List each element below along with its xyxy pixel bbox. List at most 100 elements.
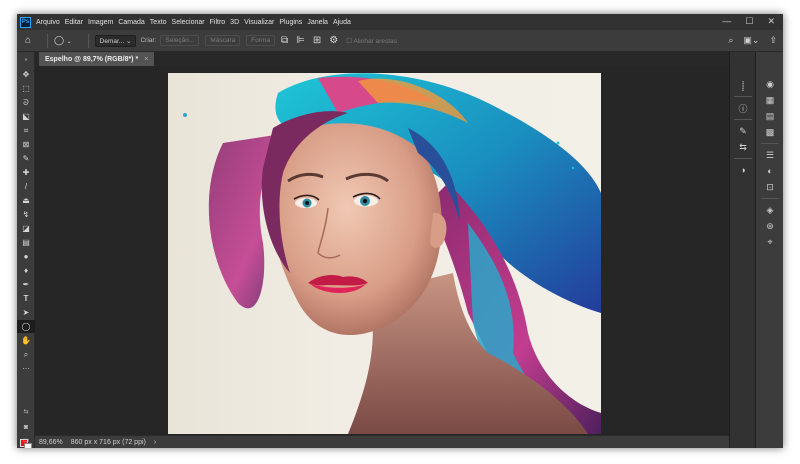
frame-icon[interactable]: ⊠ [17, 138, 35, 151]
mascara-button[interactable]: Máscara [205, 35, 241, 46]
document-tabs: Espelho @ 89,7% (RGB/8*) * × [35, 52, 729, 66]
gradient-icon[interactable]: ▤ [17, 236, 35, 249]
alinhar-arestas-label: Alinhar arestas [353, 37, 397, 45]
patterns-icon[interactable]: ▩ [756, 127, 783, 138]
info-icon[interactable]: ⓘ [730, 102, 756, 115]
swatches-icon[interactable]: ▦ [756, 95, 783, 106]
path-alignment-icon[interactable]: ⊫ [296, 35, 305, 46]
menu-ajuda[interactable]: Ajuda [333, 19, 351, 26]
lasso-icon[interactable]: ᘐ [17, 96, 35, 109]
properties-icon[interactable]: ☰ [756, 150, 783, 161]
ellipse-tool-icon[interactable]: ◯ [17, 320, 35, 333]
options-right: ⌕ ▣⌄ ⇪ [728, 35, 777, 46]
divider [734, 158, 752, 159]
window-controls: — ☐ ✕ [722, 16, 775, 27]
gradients-icon[interactable]: ▤ [756, 111, 783, 122]
eyedropper-icon[interactable]: ✎ [17, 152, 35, 165]
paths-icon[interactable]: ⌖ [756, 237, 783, 248]
clone-source-icon[interactable]: ◑ [730, 165, 756, 175]
rectangular-marquee-icon[interactable]: ⬚ [17, 82, 35, 95]
menu-filtro[interactable]: Filtro [210, 19, 226, 26]
menu-camada[interactable]: Camada [118, 19, 144, 26]
channels-icon[interactable]: ⊛ [756, 221, 783, 232]
sliders-icon[interactable]: ⇆ [730, 142, 756, 153]
quick-mask-icon[interactable]: ◙ [17, 424, 35, 431]
zoom-level[interactable]: 89,66% [39, 439, 63, 446]
menu-visualizar[interactable]: Visualizar [244, 19, 274, 26]
portrait-image [183, 73, 601, 434]
brush-presets-icon[interactable]: ✎ [730, 126, 756, 137]
workspace-icon[interactable]: ▣⌄ [743, 35, 759, 46]
gear-icon[interactable]: ⚙ [329, 35, 338, 46]
options-bar: ⌂ ◯ ⌄ Demar... ⌄ Criar: Seleção... Másca… [17, 30, 783, 52]
quick-selection-icon[interactable]: ⬕ [17, 110, 35, 123]
swap-colors-icon[interactable]: ⇆ [17, 408, 35, 415]
path-arrangement-icon[interactable]: ⊞ [313, 35, 321, 46]
path-selection-icon[interactable]: ➤ [17, 306, 35, 319]
crop-icon[interactable]: ⌗ [17, 124, 35, 137]
tab-title: Espelho @ 89,7% (RGB/8*) * [45, 55, 139, 63]
menu-editar[interactable]: Editar [65, 19, 83, 26]
color-panel-icon[interactable]: ◉ [756, 79, 783, 90]
adjustments-icon[interactable]: ◐ [756, 166, 783, 176]
menu-3d[interactable]: 3D [230, 19, 239, 26]
tools-panel: » ✥ ⬚ ᘐ ⬕ ⌗ ⊠ ✎ ✚ / ⏏ ↯ ◪ ▤ ● ♦ ✒ T ➤ ◯ … [17, 52, 35, 448]
search-icon[interactable]: ⌕ [728, 35, 733, 46]
canvas-area[interactable] [35, 66, 729, 435]
forma-button[interactable]: Forma [246, 35, 276, 46]
divider [761, 143, 779, 144]
divider [761, 198, 779, 199]
panel-strip-left: ⸽ ⓘ ✎ ⇆ ◑ [729, 52, 755, 448]
hand-icon[interactable]: ✋ [17, 334, 35, 347]
selecao-button[interactable]: Seleção... [160, 35, 200, 46]
close-icon[interactable]: ✕ [767, 16, 775, 27]
minimize-icon[interactable]: — [722, 16, 731, 27]
feather-value: Demar... [99, 37, 125, 45]
brush-icon[interactable]: / [17, 180, 35, 193]
zoom-icon[interactable]: ⌕ [17, 348, 35, 361]
maximize-icon[interactable]: ☐ [745, 16, 753, 27]
document-info: 860 px x 716 px (72 ppi) [70, 438, 146, 446]
menu-janela[interactable]: Janela [307, 19, 328, 26]
status-bar: 89,66% 860 px x 716 px (72 ppi) › [35, 435, 729, 448]
photoshop-logo-icon: Ps [20, 16, 31, 28]
screen-mode-icon[interactable]: ▭ [17, 436, 35, 444]
criar-label: Criar: [140, 37, 157, 44]
menu-imagem[interactable]: Imagem [88, 19, 113, 26]
home-icon[interactable]: ⌂ [25, 35, 31, 46]
menu-texto[interactable]: Texto [150, 19, 167, 26]
move-tool-icon[interactable]: ✥ [17, 68, 35, 81]
path-operations-icon[interactable]: ⧉ [281, 35, 288, 46]
menu-selecionar[interactable]: Selecionar [172, 19, 205, 26]
eraser-icon[interactable]: ◪ [17, 222, 35, 235]
menu-bar: Ps Arquivo Editar Imagem Camada Texto Se… [17, 14, 783, 30]
type-tool-icon[interactable]: T [17, 292, 35, 305]
dodge-icon[interactable]: ♦ [17, 264, 35, 277]
more-tools-icon[interactable]: ··· [17, 362, 35, 375]
menu-arquivo[interactable]: Arquivo [36, 19, 60, 26]
layers-icon[interactable]: ◈ [756, 205, 783, 216]
clone-stamp-icon[interactable]: ⏏ [17, 194, 35, 207]
divider [734, 119, 752, 120]
history-brush-icon[interactable]: ↯ [17, 208, 35, 221]
collapse-arrows-icon[interactable]: » [17, 54, 35, 67]
libraries-icon[interactable]: ⊡ [756, 182, 783, 193]
menu-plugins[interactable]: Plugins [279, 19, 302, 26]
share-icon[interactable]: ⇪ [769, 35, 777, 46]
tab-close-icon[interactable]: × [144, 56, 148, 63]
divider [734, 96, 752, 97]
tab-espelho[interactable]: Espelho @ 89,7% (RGB/8*) * × [39, 52, 155, 66]
pen-icon[interactable]: ✒ [17, 278, 35, 291]
ellipse-marquee-icon[interactable]: ◯ ⌄ [54, 35, 72, 46]
healing-brush-icon[interactable]: ✚ [17, 166, 35, 179]
chevron-down-icon: ⌄ [126, 37, 132, 45]
panel-strip-right: ◉ ▦ ▤ ▩ ☰ ◐ ⊡ ◈ ⊛ ⌖ [755, 52, 783, 448]
brush-settings-icon[interactable]: ⸽ [730, 79, 756, 92]
divider [87, 33, 89, 48]
feather-dropdown[interactable]: Demar... ⌄ [94, 34, 137, 47]
divider [47, 33, 49, 48]
document-canvas[interactable] [168, 73, 601, 434]
blur-icon[interactable]: ● [17, 250, 35, 263]
chevron-right-icon[interactable]: › [154, 439, 156, 446]
alinhar-arestas-checkbox[interactable]: ☐ Alinhar arestas [346, 37, 397, 45]
